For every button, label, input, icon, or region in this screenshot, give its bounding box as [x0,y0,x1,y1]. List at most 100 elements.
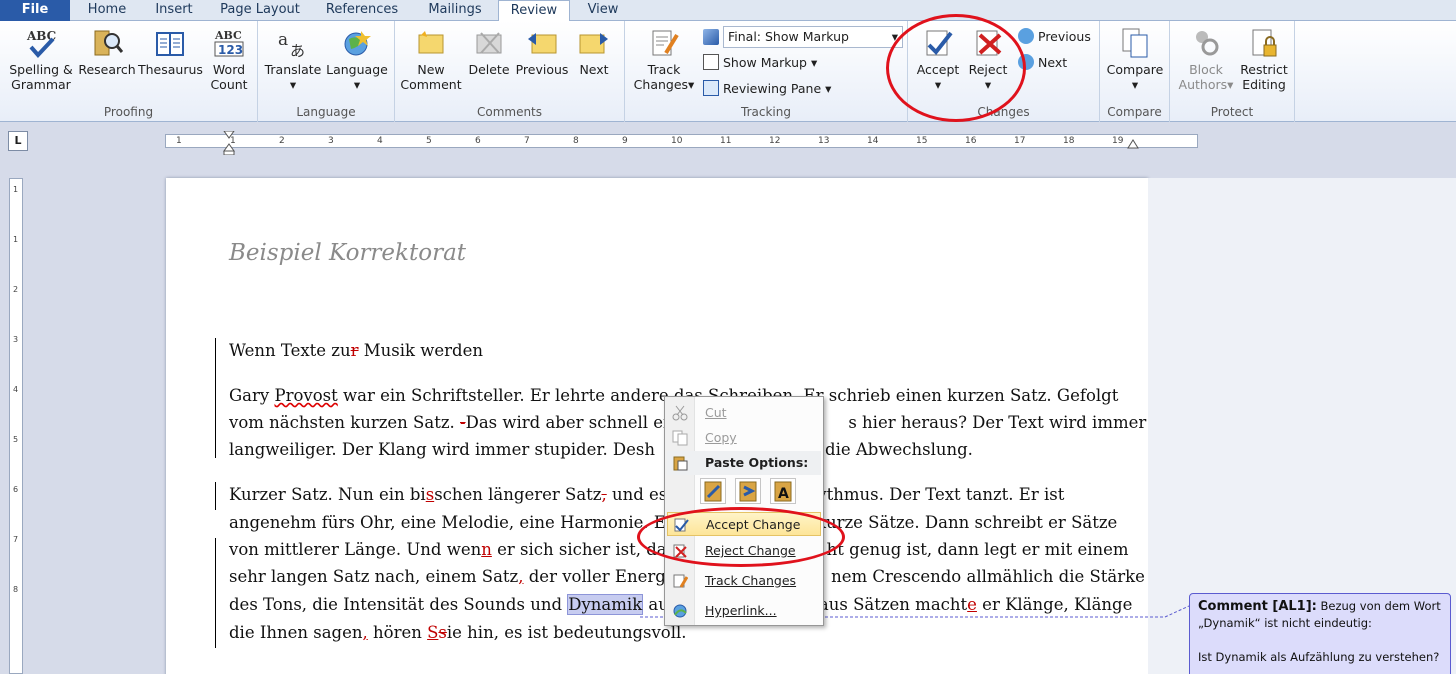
group-label-comments: Comments [476,105,543,119]
comment-label: Comment [AL1]: [1198,599,1317,614]
hyperlink-icon [673,604,687,618]
tab-review[interactable]: Review [498,0,570,22]
translate-icon: aあ [278,30,305,59]
tab-selector[interactable]: L [8,131,28,151]
language-button[interactable]: Language ▾ [324,27,390,92]
block-authors-icon [1196,31,1219,56]
tab-stop-icon: L [14,134,22,147]
tab-references[interactable]: References [318,0,406,21]
svg-text:a: a [278,30,288,50]
copy-icon [672,430,688,446]
change-bar [215,338,216,458]
tab-file[interactable]: File [0,0,70,21]
menu-header-paste-options: Paste Options: [667,451,821,475]
menu-item-copy[interactable]: Copy [667,426,821,450]
ruler-number: 17 [1014,136,1026,146]
ruler-number: 19 [1112,136,1124,146]
annotation-ring-accept-reject [886,14,1026,122]
menu-item-track-changes[interactable]: Track Changes [667,569,821,593]
ruler-number: 18 [1063,136,1075,146]
spelling-grammar-button[interactable]: ABC Spelling & Grammar [6,27,76,92]
vertical-ruler-number: 7 [13,535,19,544]
inserted-text: S [427,623,439,642]
lock-icon [1252,29,1277,57]
ruler-number: 15 [916,136,928,146]
word-count-icon: ABC123 [214,29,244,57]
tab-view[interactable]: View [578,0,628,21]
deleted-text: r [350,341,359,360]
annotation-ring-accept-change [637,507,845,567]
heading-line[interactable]: Wenn Texte zur Musik werden [229,337,483,364]
previous-comment-icon [528,33,557,54]
group-label-protect: Protect [1210,105,1254,119]
ruler-number: 2 [279,136,285,146]
deleted-text: s [438,623,447,642]
research-icon [94,30,123,56]
tab-home[interactable]: Home [76,0,138,21]
new-comment-icon [418,31,444,54]
show-markup-button[interactable]: Show Markup ▾ [703,52,817,74]
show-markup-caret: ▾ [810,55,818,70]
inserted-text: n [481,540,492,559]
show-markup-icon [703,54,719,70]
ruler-number: 11 [720,136,732,146]
block-authors-caret: ▾ [1227,77,1234,92]
compare-button[interactable]: Compare ▾ [1104,27,1166,92]
reviewing-pane-button[interactable]: Reviewing Pane ▾ [703,78,831,100]
thesaurus-button[interactable]: Thesaurus [138,27,203,77]
paragraph-line[interactable]: Kurzer Satz. Nun ein bisschen längerer S… [229,481,1064,508]
paste-keep-formatting-button[interactable] [700,478,726,504]
paste-text-only-button[interactable]: A [770,478,796,504]
track-changes-button[interactable]: Track Changes▾ [629,27,699,92]
paragraph-line[interactable]: die Ihnen sagen, hören Ssie hin, es ist … [229,619,687,646]
block-authors-button[interactable]: Block Authors▾ [1176,27,1236,92]
commented-word[interactable]: Dynamik [567,594,644,615]
vertical-ruler-number: 1 [13,185,19,194]
word-count-button[interactable]: ABC 123 Word Count [204,27,254,92]
tab-insert[interactable]: Insert [146,0,202,21]
document-title[interactable]: Beispiel Korrektorat [229,240,466,266]
group-tracking: Track Changes▾ Final: Show Markup ▾ Show … [625,21,908,122]
tab-page-layout[interactable]: Page Layout [212,0,308,21]
delete-comment-button[interactable]: Delete [465,27,513,77]
group-language: aあ Translate ▾ Language ▾ Language [258,21,395,122]
compare-caret: ▾ [1131,77,1139,92]
previous-change-button[interactable]: Previous [1018,26,1091,48]
paste-icon [673,456,688,471]
group-comments: New Comment Delete Previous Next Comments [395,21,625,122]
language-dropdown-caret: ▾ [353,77,361,92]
display-for-review-select[interactable]: Final: Show Markup ▾ [723,26,903,48]
inserted-text: s [425,485,435,504]
previous-change-icon [1018,28,1034,44]
paste-merge-formatting-button[interactable] [735,478,761,504]
paragraph-line[interactable]: langweiliger. Der Klang wird immer stupi… [229,436,973,463]
ruler-number: 8 [573,136,579,146]
comment-balloon[interactable]: Comment [AL1]: Bezug von dem Wort „Dynam… [1189,593,1451,674]
menu-item-cut[interactable]: Cut [667,401,821,425]
svg-text:A: A [778,486,789,502]
translate-button[interactable]: aあ Translate ▾ [263,27,323,92]
right-indent-marker-icon [1127,139,1139,149]
horizontal-ruler[interactable]: 1 1 2 3 4 5 6 7 8 9 10 11 12 13 14 15 16 17 18 19 [165,131,1198,155]
tab-mailings[interactable]: Mailings [418,0,492,21]
delete-comment-icon [476,32,502,54]
paste-keep-formatting-icon [704,481,722,502]
ruler-number: 13 [818,136,830,146]
ruler-number: 9 [622,136,628,146]
paste-text-only-icon: A [774,481,792,502]
ruler-number: 1 [176,136,182,146]
new-comment-button[interactable]: New Comment [399,27,463,92]
next-comment-button[interactable]: Next [571,27,617,77]
misspelled-word: Provost [274,386,338,405]
display-for-review-icon [703,29,719,45]
research-button[interactable]: Research [78,27,136,77]
previous-comment-button[interactable]: Previous [513,27,571,77]
restrict-editing-button[interactable]: Restrict Editing [1236,27,1292,92]
svg-text:123: 123 [218,43,243,57]
vertical-ruler[interactable]: 1 1 2 3 4 5 6 7 8 [9,178,23,674]
globe-icon [344,31,371,56]
group-proofing: ABC Spelling & Grammar Research Thesaurus… [0,21,258,122]
compare-icon [1122,28,1148,58]
ruler-number: 3 [328,136,334,146]
menu-item-hyperlink[interactable]: Hyperlink... [667,599,821,623]
